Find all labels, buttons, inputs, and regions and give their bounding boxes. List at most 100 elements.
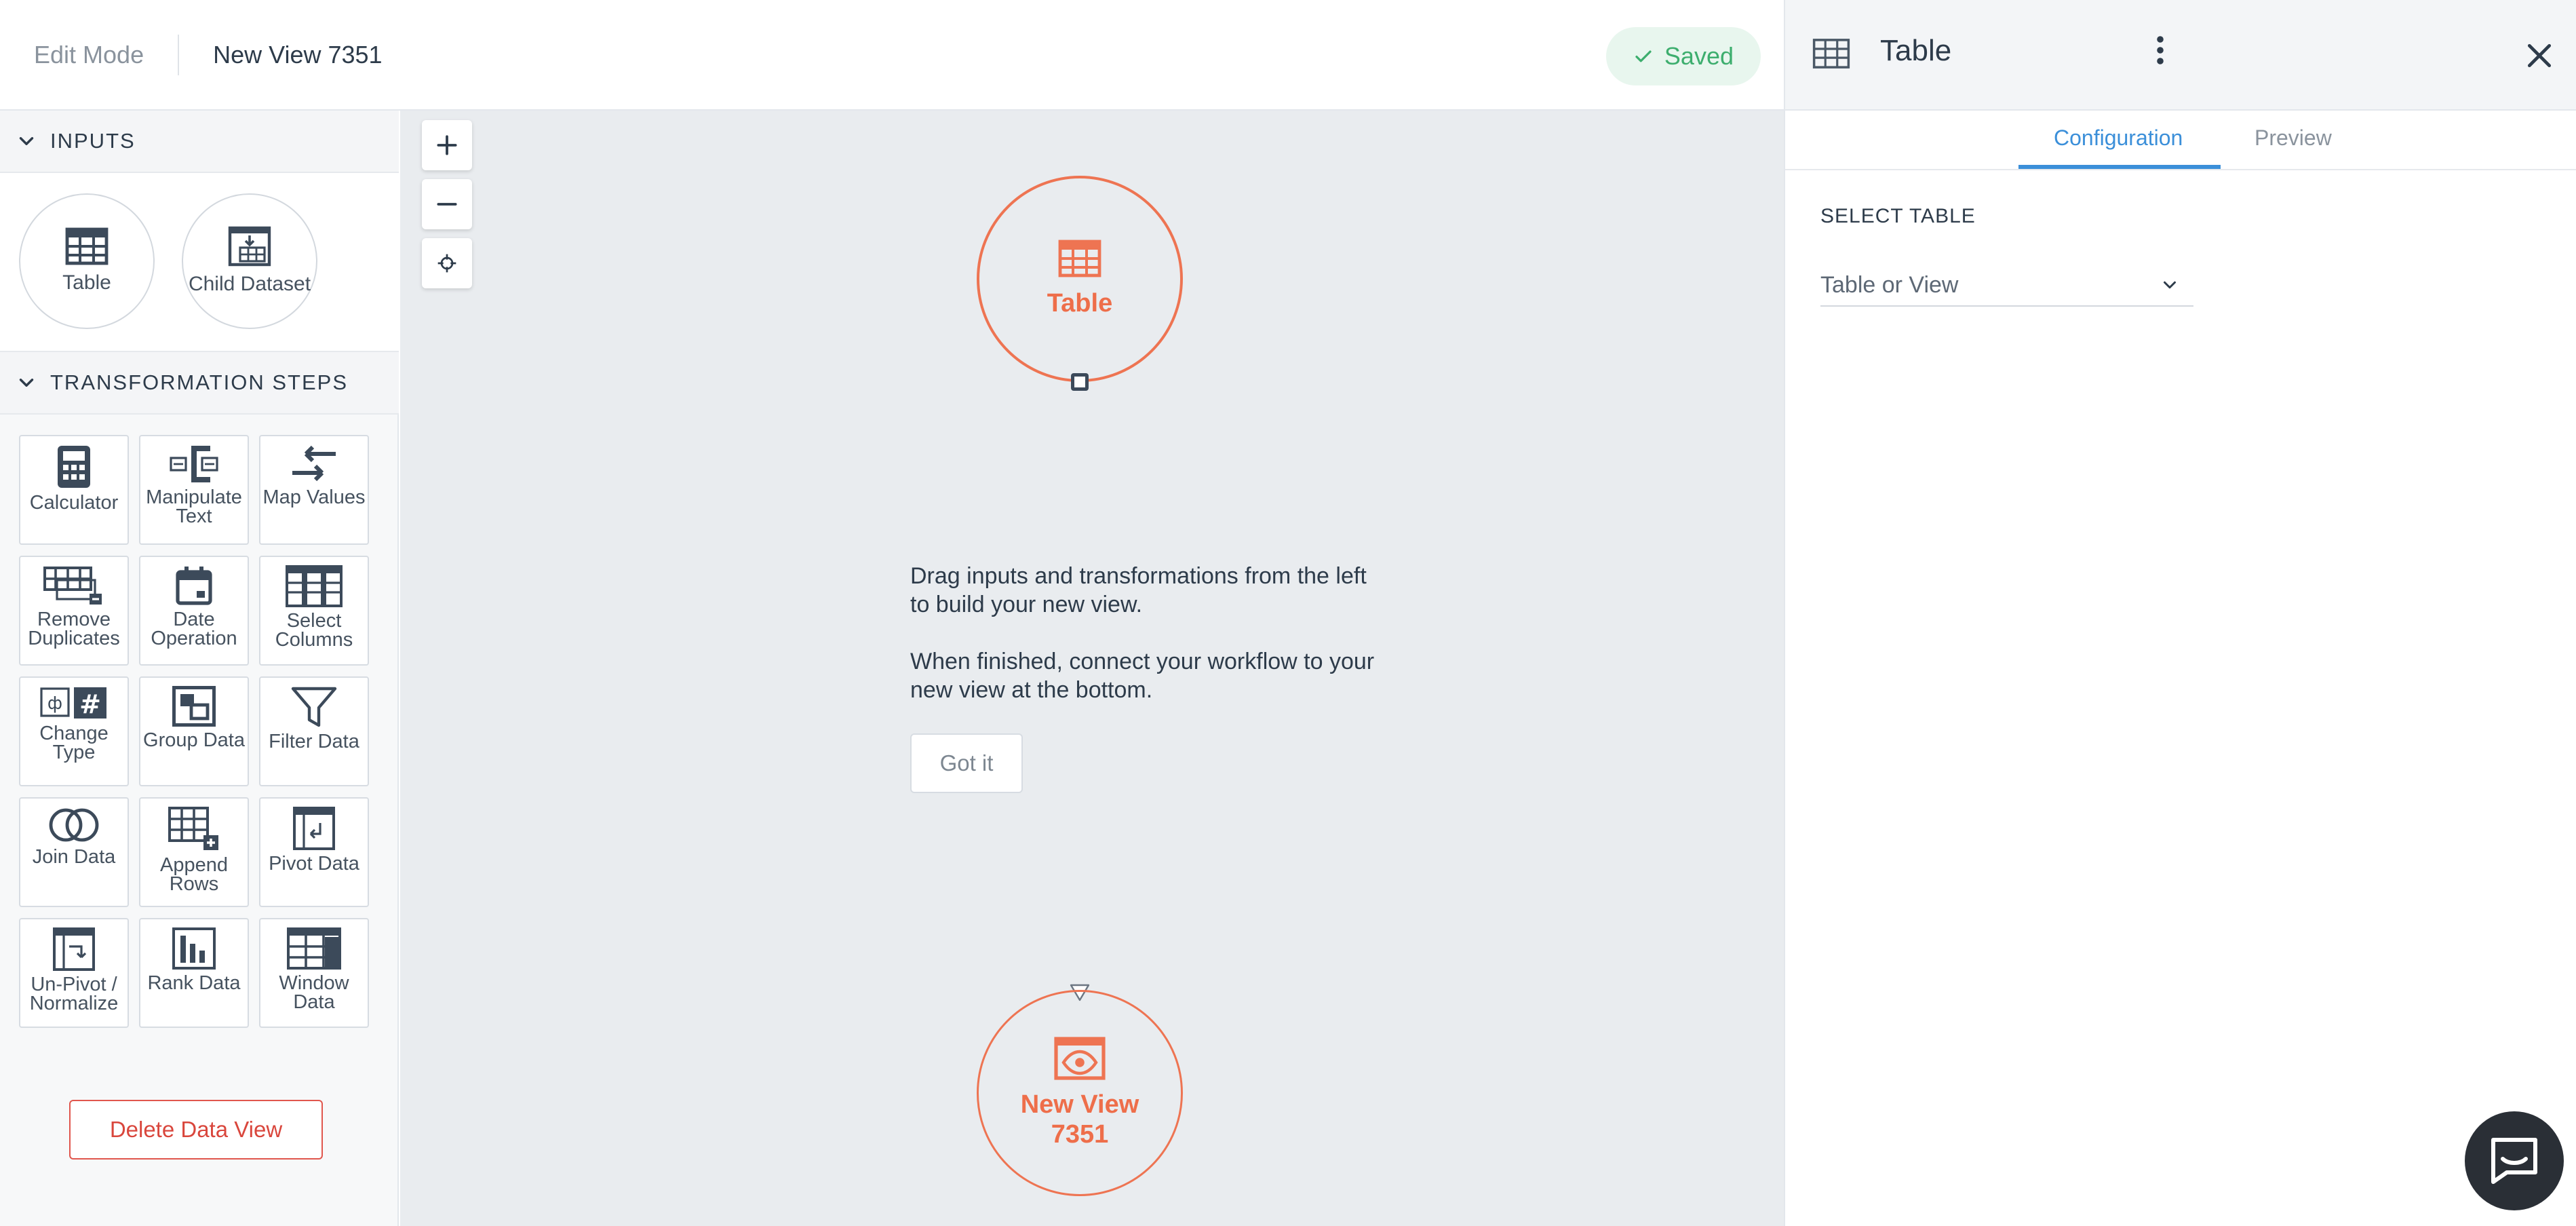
step-calculator[interactable]: Calculator bbox=[19, 435, 129, 545]
step-label: Select Columns bbox=[275, 610, 353, 651]
inputs-heading: INPUTS bbox=[50, 129, 136, 153]
more-options-icon[interactable] bbox=[2155, 35, 2166, 65]
tab-configuration[interactable]: Configuration bbox=[2054, 126, 2183, 151]
select-table-label: SELECT TABLE bbox=[1820, 205, 1976, 227]
input-label: Table bbox=[62, 271, 111, 294]
step-label: Append Rows bbox=[160, 854, 228, 895]
step-map-values[interactable]: Map Values bbox=[259, 435, 369, 545]
transformation-steps-header[interactable]: TRANSFORMATION STEPS bbox=[0, 352, 399, 415]
plus-icon bbox=[437, 135, 457, 155]
top-bar: Edit Mode New View 7351 Saved bbox=[0, 0, 1784, 111]
step-group-data[interactable]: Group Data bbox=[139, 676, 249, 786]
inputs-list: Table Child Dataset bbox=[0, 173, 399, 352]
divider bbox=[178, 34, 180, 75]
app: Edit Mode New View 7351 Saved INPUTS Tab… bbox=[0, 0, 2576, 1226]
pivot-icon bbox=[293, 807, 335, 850]
step-label: Rank Data bbox=[147, 972, 241, 994]
step-label: Change Type bbox=[39, 723, 109, 763]
panel-tabs: Configuration Preview bbox=[1785, 111, 2576, 170]
workflow-canvas[interactable]: Table Drag inputs and transformations fr… bbox=[400, 111, 1784, 1226]
calculator-icon bbox=[58, 446, 90, 488]
chevron-down-icon bbox=[2164, 281, 2176, 289]
step-remove-duplicates[interactable]: Remove Duplicates bbox=[19, 556, 129, 666]
recenter-button[interactable] bbox=[422, 238, 472, 288]
step-join-data[interactable]: Join Data bbox=[19, 797, 129, 907]
window-data-icon bbox=[287, 927, 341, 970]
table-icon bbox=[1812, 39, 1850, 69]
step-label: Manipulate Text bbox=[146, 486, 242, 527]
got-it-button[interactable]: Got it bbox=[910, 733, 1023, 793]
hint-text: When finished, connect your workflow to … bbox=[910, 649, 1375, 703]
step-append-rows[interactable]: Append Rows bbox=[139, 797, 249, 907]
input-label: Child Dataset bbox=[188, 273, 311, 295]
delete-data-view-button[interactable]: Delete Data View bbox=[69, 1100, 323, 1160]
input-table[interactable]: Table bbox=[19, 193, 155, 329]
svg-text:#: # bbox=[79, 689, 101, 719]
select-placeholder: Table or View bbox=[1820, 271, 1959, 298]
chat-icon bbox=[2491, 1138, 2537, 1184]
step-date-operation[interactable]: Date Operation bbox=[139, 556, 249, 666]
step-select-columns[interactable]: Select Columns bbox=[259, 556, 369, 666]
node-label: Table bbox=[1047, 289, 1113, 318]
close-icon[interactable] bbox=[2524, 41, 2554, 71]
onboarding-hint: Drag inputs and transformations from the… bbox=[910, 562, 1385, 733]
step-label: Pivot Data bbox=[269, 853, 359, 875]
config-panel: Table Configuration Preview SELECT TABLE… bbox=[1784, 0, 2576, 1226]
svg-text:ф: ф bbox=[47, 693, 62, 714]
map-values-icon bbox=[292, 445, 336, 482]
panel-header: Table bbox=[1785, 0, 2576, 111]
inputs-section-header[interactable]: INPUTS bbox=[0, 111, 399, 173]
step-label: Filter Data bbox=[269, 731, 359, 752]
view-title[interactable]: New View 7351 bbox=[213, 41, 383, 69]
table-source-node[interactable]: Table bbox=[977, 176, 1183, 382]
eye-view-icon bbox=[1054, 1037, 1106, 1080]
zoom-out-button[interactable] bbox=[422, 179, 472, 229]
table-icon bbox=[1058, 240, 1101, 277]
step-label: Date Operation bbox=[151, 609, 237, 649]
append-rows-icon bbox=[168, 807, 218, 850]
node-label: New View 7351 bbox=[1020, 1090, 1139, 1149]
hint-text: Drag inputs and transformations from the… bbox=[910, 563, 1367, 617]
step-change-type[interactable]: # ф Change Type bbox=[19, 676, 129, 786]
crosshair-icon bbox=[437, 254, 456, 273]
input-child-dataset[interactable]: Child Dataset bbox=[182, 193, 317, 329]
transformation-steps-heading: TRANSFORMATION STEPS bbox=[50, 370, 349, 394]
calendar-icon bbox=[176, 567, 212, 605]
step-label: Join Data bbox=[32, 846, 116, 868]
saved-status-badge: Saved bbox=[1605, 27, 1761, 85]
step-rank-data[interactable]: Rank Data bbox=[139, 918, 249, 1028]
checkmark-icon bbox=[1635, 50, 1652, 62]
step-label: Un-Pivot / Normalize bbox=[29, 974, 119, 1014]
active-tab-indicator bbox=[2018, 165, 2221, 169]
edit-mode-label: Edit Mode bbox=[34, 40, 144, 69]
saved-label: Saved bbox=[1664, 42, 1734, 70]
minus-icon bbox=[437, 203, 457, 206]
table-select-dropdown[interactable]: Table or View bbox=[1820, 265, 2193, 307]
step-unpivot-normalize[interactable]: Un-Pivot / Normalize bbox=[19, 918, 129, 1028]
rank-chart-icon bbox=[172, 927, 216, 970]
step-label: Window Data bbox=[279, 972, 349, 1013]
left-sidebar: INPUTS Table Child Dataset TRANSFORMATIO… bbox=[0, 111, 399, 1226]
filter-icon bbox=[291, 687, 337, 727]
remove-duplicates-icon bbox=[43, 567, 102, 605]
step-filter-data[interactable]: Filter Data bbox=[259, 676, 369, 786]
child-dataset-icon bbox=[228, 226, 271, 267]
chevron-down-icon bbox=[19, 379, 34, 387]
step-label: Map Values bbox=[262, 486, 366, 508]
output-port-handle[interactable] bbox=[1071, 373, 1089, 391]
step-manipulate-text[interactable]: Manipulate Text bbox=[139, 435, 249, 545]
group-data-icon bbox=[172, 686, 216, 727]
chat-launcher-button[interactable] bbox=[2465, 1111, 2564, 1210]
unpivot-icon bbox=[53, 927, 95, 971]
tab-preview[interactable]: Preview bbox=[2255, 126, 2332, 151]
new-view-output-node[interactable]: New View 7351 bbox=[977, 990, 1183, 1196]
zoom-in-button[interactable] bbox=[422, 120, 472, 170]
step-pivot-data[interactable]: Pivot Data bbox=[259, 797, 369, 907]
manipulate-text-icon bbox=[170, 446, 218, 482]
step-window-data[interactable]: Window Data bbox=[259, 918, 369, 1028]
join-icon bbox=[49, 808, 99, 842]
step-label: Calculator bbox=[29, 492, 119, 514]
change-type-icon: # ф bbox=[40, 687, 106, 719]
panel-title: Table bbox=[1880, 34, 1952, 67]
table-icon bbox=[65, 227, 109, 265]
